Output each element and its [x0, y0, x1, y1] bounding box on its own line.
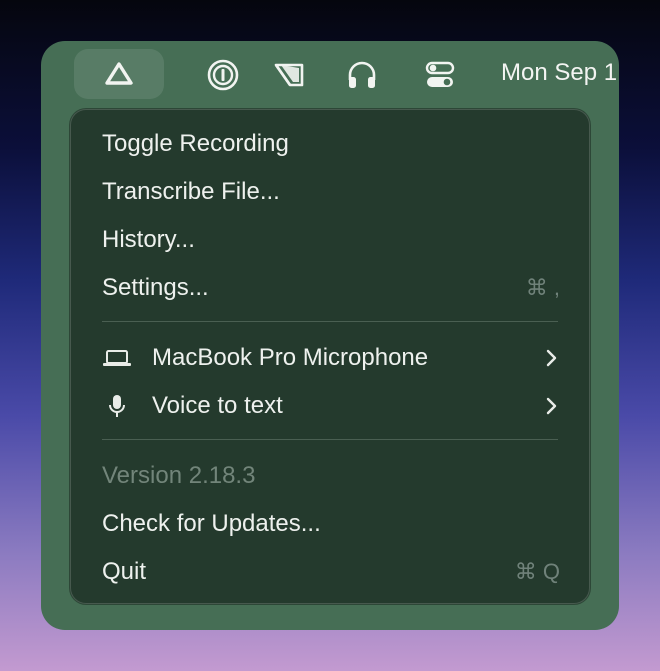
menu-item-transcribe-file[interactable]: Transcribe File... — [70, 168, 590, 216]
menu-item-quit[interactable]: Quit ⌘ Q — [70, 548, 590, 596]
menu-item-voice-to-text[interactable]: Voice to text — [70, 382, 590, 430]
menu-item-toggle-recording[interactable]: Toggle Recording — [70, 120, 590, 168]
menu-item-settings[interactable]: Settings... ⌘ , — [70, 264, 590, 312]
menu-bar-panel: Mon Sep 1 Toggle Recording Transcribe Fi… — [41, 41, 619, 630]
chevron-right-icon — [546, 334, 558, 382]
laptop-icon — [102, 334, 132, 382]
password-manager-icon[interactable] — [205, 57, 241, 93]
menu-item-label: Check for Updates... — [102, 510, 321, 537]
menu-item-label: Quit — [102, 558, 147, 585]
control-center-icon[interactable] — [422, 57, 458, 93]
menu-item-label: Toggle Recording — [102, 130, 289, 157]
microphone-icon — [102, 382, 132, 430]
app-triangle-icon[interactable] — [74, 49, 164, 99]
menu-item-microphone[interactable]: MacBook Pro Microphone — [70, 334, 590, 382]
menu-item-label: Transcribe File... — [102, 178, 280, 205]
headphones-icon[interactable] — [344, 57, 380, 93]
menu-item-label: MacBook Pro Microphone — [152, 344, 429, 371]
menu-separator — [102, 439, 558, 440]
menu-item-history[interactable]: History... — [70, 216, 590, 264]
menu-item-label: Settings... — [102, 274, 209, 301]
shortcuts-app-icon[interactable] — [271, 57, 307, 93]
menu-bar-clock[interactable]: Mon Sep 1 — [501, 59, 617, 87]
version-label: Version 2.18.3 — [70, 452, 590, 500]
chevron-right-icon — [546, 382, 558, 430]
shortcut-hint: ⌘ Q — [514, 559, 560, 584]
menu-item-label: History... — [102, 226, 195, 253]
menu-bar: Mon Sep 1 — [41, 41, 619, 109]
shortcut-hint: ⌘ , — [525, 275, 560, 300]
app-dropdown-menu: Toggle Recording Transcribe File... Hist… — [70, 109, 590, 604]
version-text: Version 2.18.3 — [102, 462, 256, 489]
menu-separator — [102, 321, 558, 322]
menu-item-label: Voice to text — [152, 392, 283, 419]
menu-item-check-updates[interactable]: Check for Updates... — [70, 500, 590, 548]
